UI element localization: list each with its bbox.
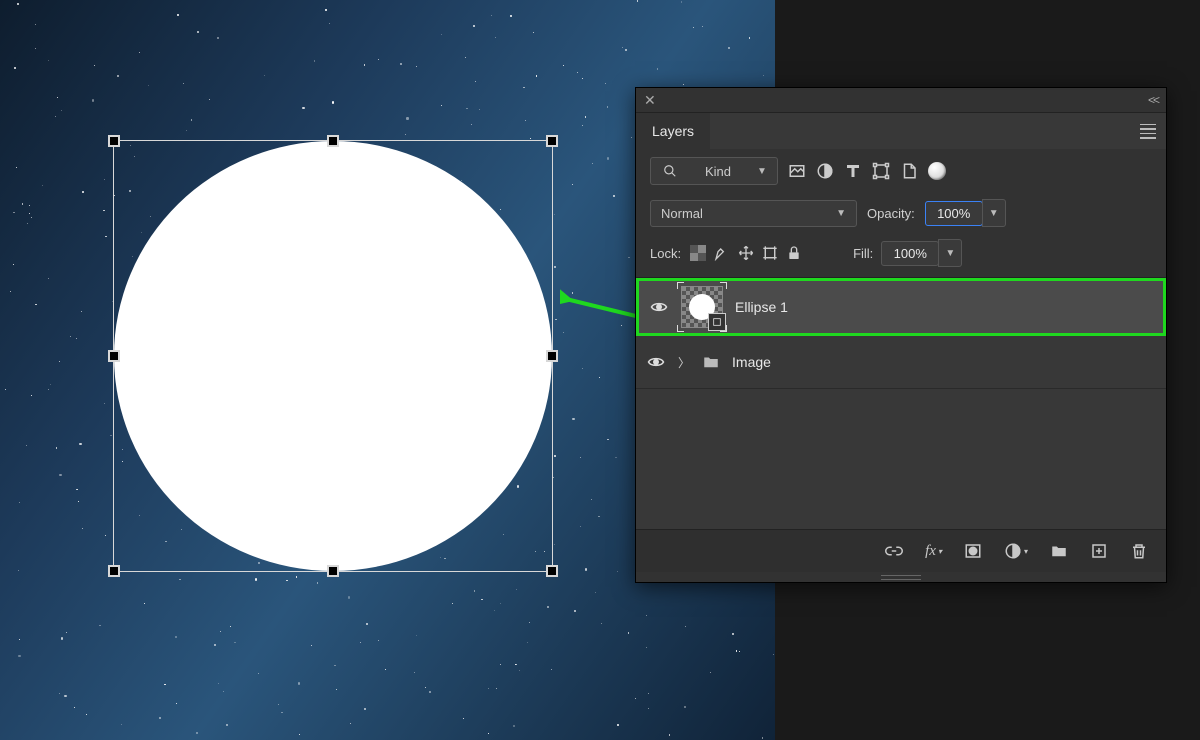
layer-row[interactable]: Ellipse 1 bbox=[636, 278, 1166, 336]
transform-handle-bottom-left[interactable] bbox=[108, 565, 120, 577]
filter-toggle-switch[interactable] bbox=[928, 162, 946, 180]
transform-bounding-box[interactable] bbox=[113, 140, 553, 572]
fill-scrubber-icon[interactable]: ▼ bbox=[938, 239, 962, 267]
fill-control: 100% ▼ bbox=[881, 239, 962, 267]
add-adjustment-icon[interactable]: ▾ bbox=[1004, 542, 1028, 560]
blend-mode-dropdown[interactable]: Normal ▼ bbox=[650, 200, 857, 227]
fill-input[interactable]: 100% bbox=[881, 241, 939, 266]
transform-handle-bottom-center[interactable] bbox=[327, 565, 339, 577]
visibility-toggle-icon[interactable] bbox=[649, 298, 669, 316]
filter-type-icon[interactable] bbox=[844, 162, 862, 180]
filter-adjustment-icon[interactable] bbox=[816, 162, 834, 180]
transform-handle-right-center[interactable] bbox=[546, 350, 558, 362]
filter-smartobject-icon[interactable] bbox=[900, 162, 918, 180]
layers-panel: ✕ << Layers Kind ▼ bbox=[635, 87, 1167, 583]
link-layers-icon[interactable] bbox=[885, 542, 903, 560]
ellipse-shape[interactable] bbox=[114, 141, 552, 571]
layers-list: Ellipse 1 〉 Image bbox=[636, 278, 1166, 389]
chevron-down-icon: ▼ bbox=[757, 166, 767, 177]
layer-row[interactable]: 〉 Image bbox=[636, 336, 1166, 389]
filter-kind-dropdown[interactable]: Kind ▼ bbox=[650, 157, 778, 185]
opacity-scrubber-icon[interactable]: ▼ bbox=[982, 199, 1006, 227]
transform-handle-left-center[interactable] bbox=[108, 350, 120, 362]
panel-tabs: Layers bbox=[636, 113, 1166, 149]
shape-badge-icon bbox=[708, 313, 726, 331]
new-layer-icon[interactable] bbox=[1090, 542, 1108, 560]
opacity-control: 100% ▼ bbox=[925, 199, 1006, 227]
close-icon[interactable]: ✕ bbox=[644, 92, 656, 109]
lock-artboard-icon[interactable] bbox=[761, 244, 779, 262]
opacity-input[interactable]: 100% bbox=[925, 201, 983, 226]
blend-opacity-row: Normal ▼ Opacity: 100% ▼ bbox=[636, 193, 1166, 233]
filter-pixel-icon[interactable] bbox=[788, 162, 806, 180]
layer-fx-icon[interactable]: fx▾ bbox=[925, 542, 942, 560]
folder-icon bbox=[702, 353, 720, 371]
fill-label: Fill: bbox=[853, 246, 873, 261]
tab-layers[interactable]: Layers bbox=[636, 113, 710, 149]
layers-empty-area[interactable] bbox=[636, 389, 1166, 529]
expand-group-icon[interactable]: 〉 bbox=[678, 354, 690, 371]
panel-menu-icon[interactable] bbox=[1140, 124, 1156, 139]
lock-position-icon[interactable] bbox=[737, 244, 755, 262]
layer-name[interactable]: Image bbox=[732, 354, 771, 370]
opacity-label: Opacity: bbox=[867, 206, 915, 221]
transform-handle-top-center[interactable] bbox=[327, 135, 339, 147]
lock-fill-row: Lock: Fill: 100% ▼ bbox=[636, 233, 1166, 278]
filter-kind-label: Kind bbox=[705, 164, 731, 179]
lock-pixels-icon[interactable] bbox=[713, 244, 731, 262]
search-icon bbox=[661, 162, 679, 180]
lock-all-icon[interactable] bbox=[785, 244, 803, 262]
layer-thumbnail[interactable] bbox=[681, 286, 723, 328]
app-root: ✕ << Layers Kind ▼ bbox=[0, 0, 1200, 740]
transform-handle-top-right[interactable] bbox=[546, 135, 558, 147]
transform-handle-top-left[interactable] bbox=[108, 135, 120, 147]
chevron-down-icon: ▼ bbox=[836, 208, 846, 219]
layer-filter-row: Kind ▼ bbox=[636, 149, 1166, 193]
panel-resize-grip[interactable] bbox=[636, 572, 1166, 582]
blend-mode-value: Normal bbox=[661, 206, 703, 221]
filter-shape-icon[interactable] bbox=[872, 162, 890, 180]
visibility-toggle-icon[interactable] bbox=[646, 353, 666, 371]
lock-transparency-icon[interactable] bbox=[689, 244, 707, 262]
layer-name[interactable]: Ellipse 1 bbox=[735, 299, 788, 315]
layers-panel-footer: fx▾ ▾ bbox=[636, 529, 1166, 572]
delete-layer-icon[interactable] bbox=[1130, 542, 1148, 560]
add-mask-icon[interactable] bbox=[964, 542, 982, 560]
collapse-panel-icon[interactable]: << bbox=[1148, 93, 1158, 107]
new-group-icon[interactable] bbox=[1050, 542, 1068, 560]
panel-titlebar[interactable]: ✕ << bbox=[636, 88, 1166, 113]
transform-handle-bottom-right[interactable] bbox=[546, 565, 558, 577]
lock-label: Lock: bbox=[650, 246, 681, 261]
